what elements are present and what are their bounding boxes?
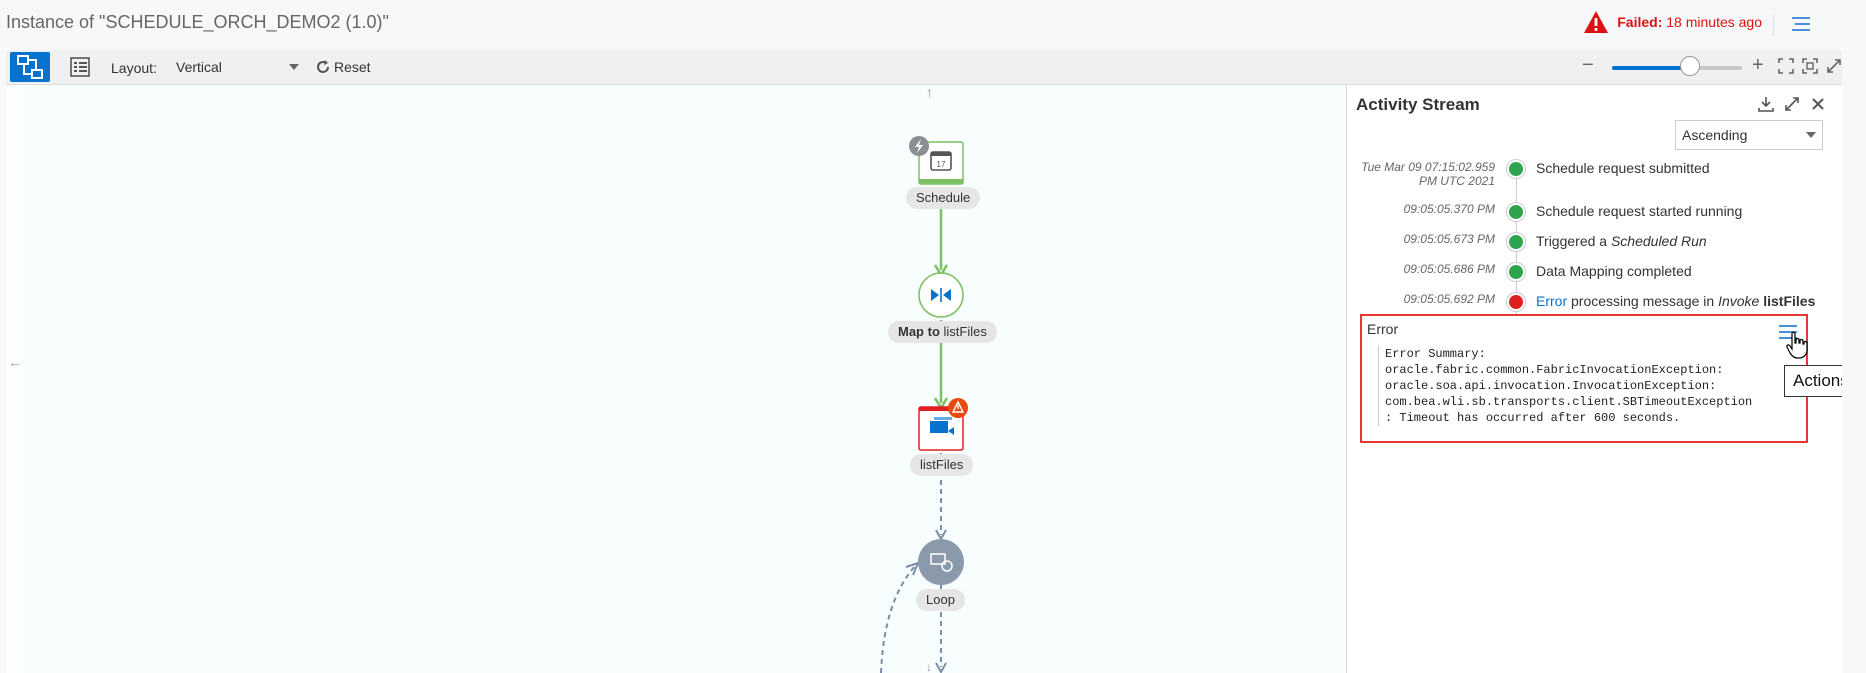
connector-loop-back [880,564,917,673]
reset-button[interactable]: Reset [316,59,371,75]
status-time: 18 minutes ago [1666,14,1762,30]
instance-status: Failed: 18 minutes ago [1583,10,1762,34]
header-divider [1773,14,1774,36]
status-dot-success [1507,263,1525,281]
node-schedule[interactable]: 17 [909,136,964,185]
scroll-up-arrow[interactable]: ↑ [926,85,933,100]
chevron-down-icon [1806,132,1816,138]
zoom-slider[interactable] [1612,66,1742,70]
event-timestamp: 09:05:05.692 PM [1403,292,1495,306]
list-view-icon [70,57,90,77]
menu-icon[interactable] [1790,14,1812,34]
instance-title: Instance of "SCHEDULE_ORCH_DEMO2 (1.0)" [6,12,389,32]
layout-label: Layout: [111,60,157,76]
close-icon[interactable] [1809,95,1827,113]
node-label-schedule: Schedule [906,187,981,209]
node-label-loop: Loop [916,589,965,611]
event-timestamp: 09:05:05.370 PM [1403,202,1495,216]
diagram-toolbar: Layout: Vertical Reset − + [6,50,1842,85]
diagram-view-button[interactable] [10,52,50,82]
download-icon[interactable] [1757,95,1775,113]
zoom-out-button[interactable]: − [1582,54,1594,77]
layout-select[interactable]: Vertical [170,55,305,79]
fit-content-icon[interactable] [1802,58,1818,74]
event-timestamp: 09:05:05.686 PM [1403,262,1495,276]
scroll-down-arrow[interactable]: ↓ [926,660,932,673]
event-text: Triggered a Scheduled Run [1536,233,1707,249]
event-text: Schedule request submitted [1536,160,1710,176]
expand-icon[interactable] [1783,95,1801,113]
event-timestamp: Tue Mar 09 07:15:02.959 PM UTC 2021 [1361,160,1495,188]
status-dot-success [1507,160,1525,178]
fit-screen-icon[interactable] [1778,58,1794,74]
node-label-listfiles: listFiles [910,454,974,476]
sort-order-select[interactable]: Ascending [1675,120,1823,150]
event-text: Error processing message in Invoke listF… [1536,293,1816,309]
refresh-icon [317,60,329,73]
chevron-down-icon [289,64,299,70]
warning-icon [1584,11,1609,33]
error-summary-text: Error Summary: oracle.fabric.common.Fabr… [1378,346,1800,426]
diagram-view-icon [17,55,43,79]
status-label: Failed: [1617,14,1663,30]
event-timestamp: 09:05:05.673 PM [1403,232,1495,246]
zoom-slider-fill [1612,66,1690,70]
window-edge [1842,50,1866,673]
node-map-to-listfiles[interactable] [918,272,964,318]
event-text: Data Mapping completed [1536,263,1692,279]
zoom-in-button[interactable]: + [1752,54,1764,77]
sort-order-value: Ascending [1682,127,1748,143]
status-dot-success [1507,233,1525,251]
status-dot-success [1507,203,1525,221]
scroll-left-arrow[interactable]: ← [8,354,22,370]
activity-stream-panel: Activity Stream Ascending Tue Mar 09 07:… [1346,85,1843,673]
node-loop[interactable] [918,539,964,585]
list-view-button[interactable] [60,52,100,82]
event-text: Schedule request started running [1536,203,1743,219]
error-link[interactable]: Error [1536,293,1567,309]
connector-arrowhead [935,662,947,673]
reset-label: Reset [334,59,371,75]
status-dot-error [1507,293,1525,311]
zoom-slider-thumb[interactable] [1680,56,1700,76]
error-title: Error [1367,321,1399,337]
layout-select-value: Vertical [176,59,222,75]
flow-diagram: ↑ ← ↓ 17 [8,85,968,673]
error-details-box: Error Error Summary: oracle.fabric.commo… [1360,314,1808,443]
expand-icon[interactable] [1826,58,1842,74]
hand-cursor-icon [1786,331,1808,359]
instance-header: Instance of "SCHEDULE_ORCH_DEMO2 (1.0)" … [0,0,1866,50]
activity-stream-title: Activity Stream [1356,95,1480,114]
node-label-map: Map to listFiles [888,321,997,343]
flow-canvas[interactable]: ↑ ← ↓ 17 Schedule Map to listFiles listF… [6,85,1346,673]
svg-text:17: 17 [937,160,946,169]
